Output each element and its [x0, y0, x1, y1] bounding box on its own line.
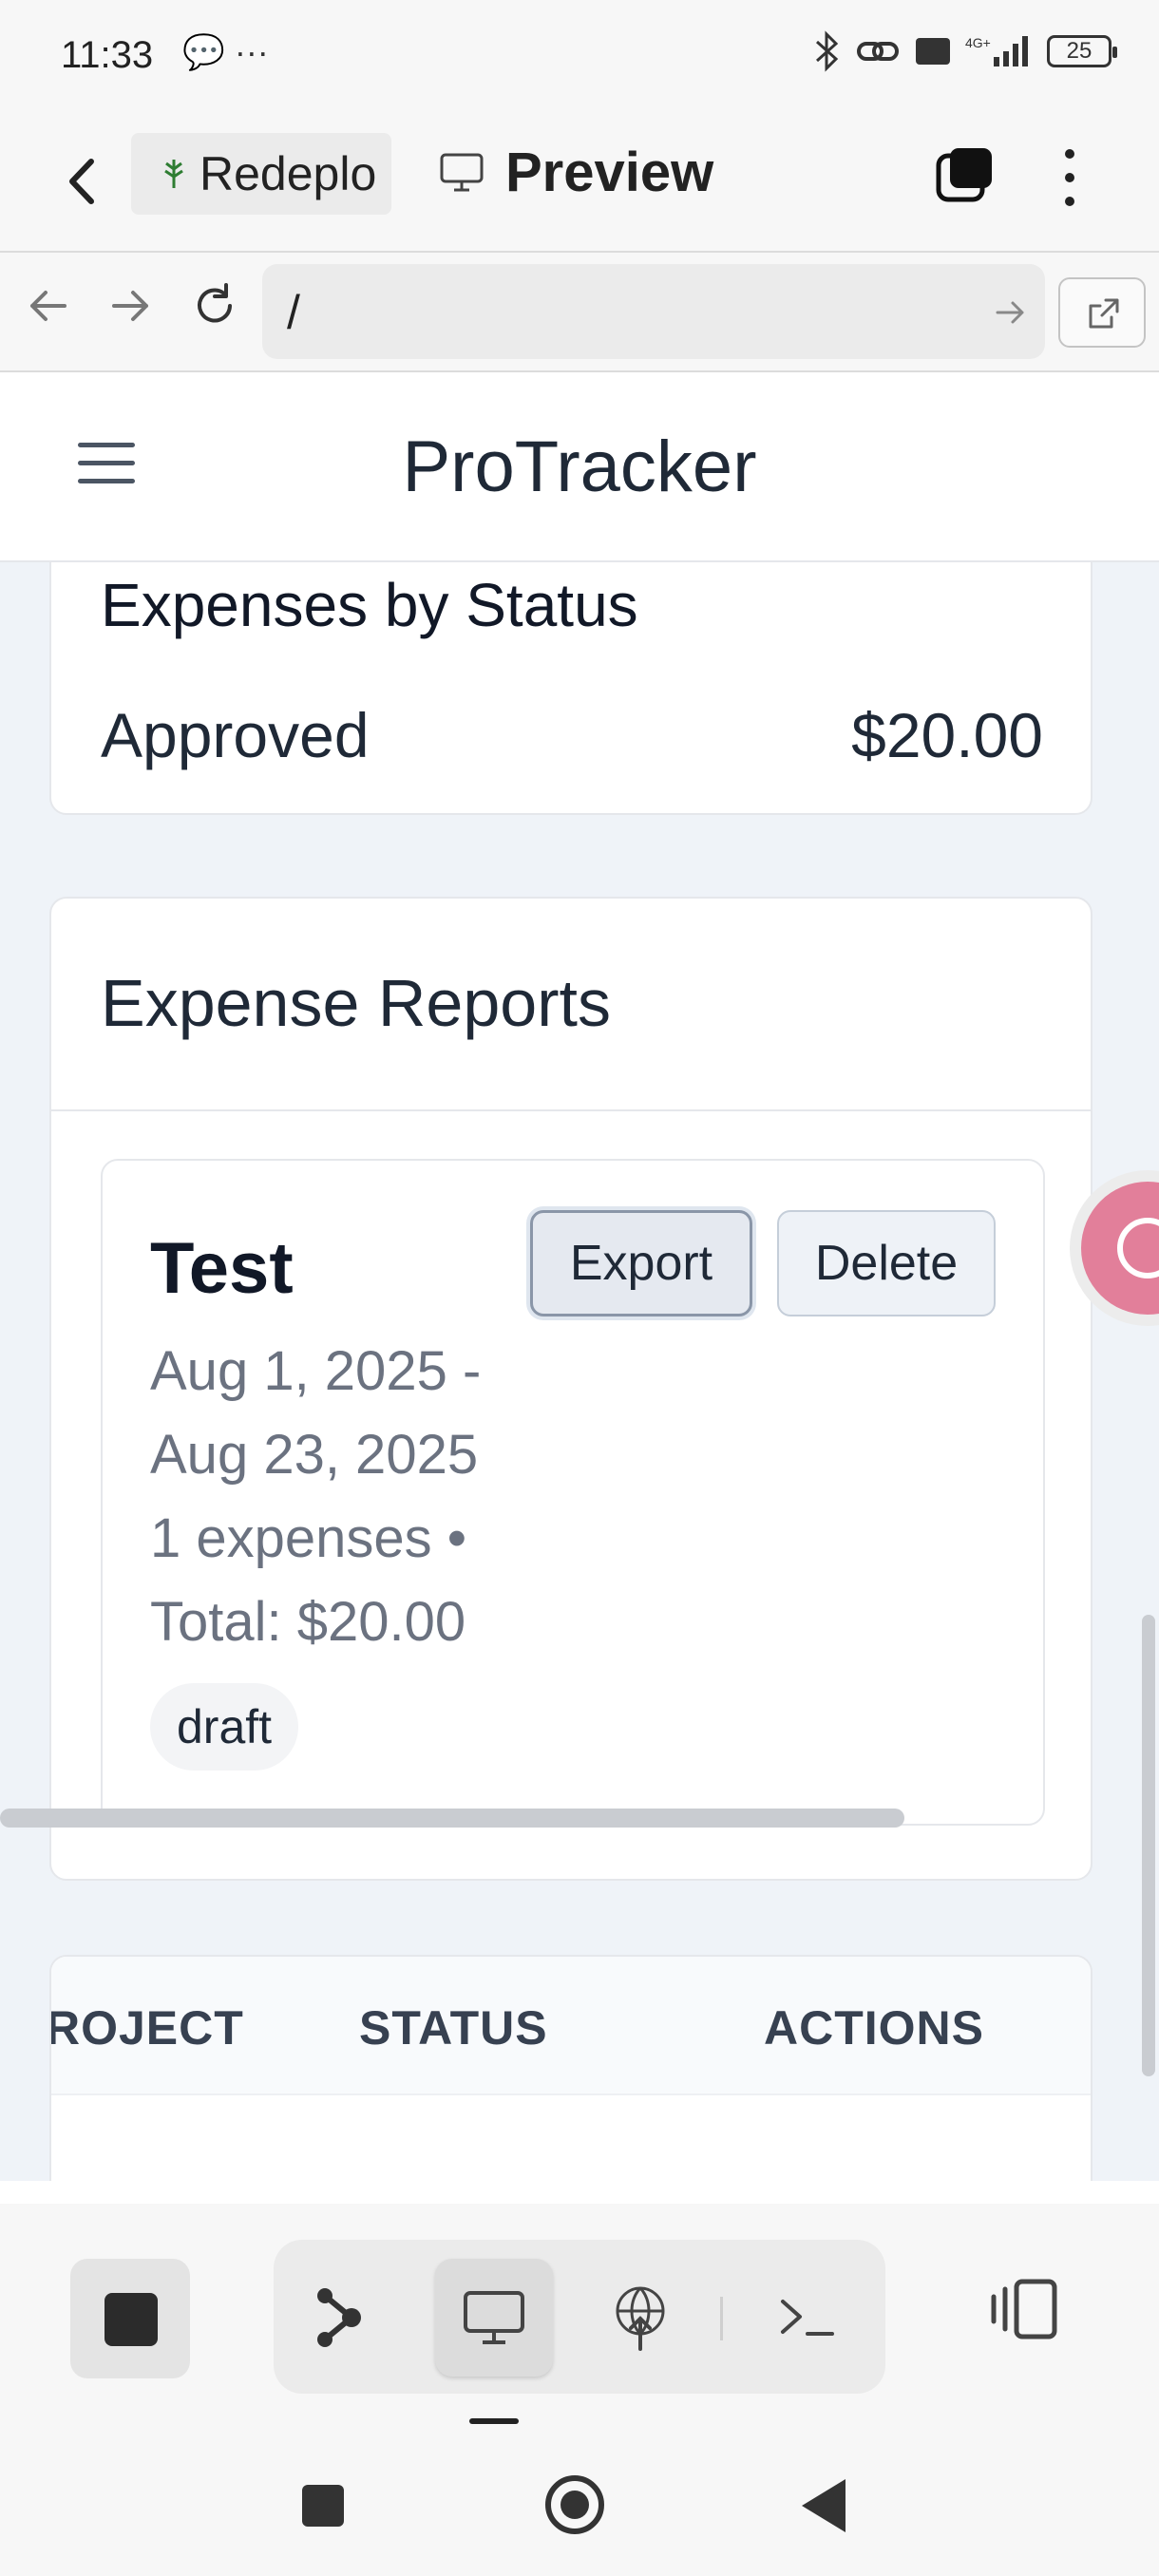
column-header-status[interactable]: STATUS — [359, 2000, 548, 2055]
plus-circle-icon — [1117, 1218, 1159, 1279]
tool-deploy[interactable] — [581, 2259, 699, 2377]
stop-icon — [104, 2293, 158, 2346]
tool-shell[interactable] — [749, 2259, 866, 2377]
expenses-table: ROJECT STATUS ACTIONS — [49, 1955, 1092, 2181]
status-row: Approved $20.00 — [101, 699, 1043, 771]
tabs-icon[interactable] — [935, 146, 994, 205]
export-button[interactable]: Export — [530, 1210, 752, 1316]
report-name: Test — [150, 1228, 294, 1309]
url-input[interactable]: / — [262, 264, 1045, 359]
url-text: / — [287, 286, 300, 339]
status-amount: $20.00 — [851, 700, 1043, 770]
floating-action-button[interactable] — [1081, 1182, 1159, 1315]
bottom-toolbar — [0, 2204, 1159, 2432]
expense-reports-title: Expense Reports — [101, 966, 611, 1040]
report-summary: 1 expenses • Total: $20.00 — [150, 1507, 467, 1653]
globe-upload-icon — [616, 2286, 665, 2351]
bluetooth-icon — [815, 30, 839, 72]
split-view-icon[interactable] — [988, 2272, 1064, 2348]
preview-label: Preview — [505, 142, 714, 203]
preview-title: Preview — [439, 141, 713, 204]
nav-forward-icon[interactable] — [103, 277, 160, 334]
column-header-actions[interactable]: ACTIONS — [764, 2000, 984, 2055]
table-header: ROJECT STATUS ACTIONS — [51, 1957, 1091, 2095]
url-bar: / — [0, 251, 1159, 372]
horizontal-scrollbar[interactable] — [0, 1809, 904, 1828]
system-nav-bar — [0, 2432, 1159, 2576]
status-label: Approved — [101, 700, 370, 770]
monitor-icon — [440, 153, 484, 191]
nav-back-icon[interactable] — [19, 277, 76, 334]
external-link-icon — [1089, 298, 1119, 329]
home-icon[interactable] — [545, 2475, 604, 2534]
site-header: ProTracker — [0, 372, 1159, 562]
tree-icon — [164, 160, 183, 188]
go-arrow-icon[interactable] — [994, 296, 1026, 329]
expense-reports-card: Expense Reports Test Aug 1, 2025 - Aug 2… — [49, 897, 1092, 1881]
status-time: 11:33 — [61, 34, 154, 76]
web-content: ProTracker Expenses by Status Approved $… — [0, 372, 1159, 2181]
home-indicator — [469, 2418, 519, 2424]
report-meta: Aug 1, 2025 - Aug 23, 2025 1 expenses • … — [150, 1330, 521, 1664]
stop-button[interactable] — [70, 2259, 190, 2378]
project-chip[interactable]: Redeplo — [131, 133, 391, 215]
project-chip-label: Redeplo — [200, 147, 377, 200]
notification-icons: 💬 ··· — [182, 32, 269, 71]
report-item: Test Aug 1, 2025 - Aug 23, 2025 1 expens… — [101, 1159, 1045, 1826]
system-back-icon[interactable] — [802, 2479, 846, 2532]
branch-icon — [317, 2288, 361, 2347]
site-title: ProTracker — [402, 426, 757, 507]
recents-icon[interactable] — [302, 2485, 344, 2527]
divider — [51, 1109, 1091, 1111]
browser-app-bar: Redeplo Preview — [0, 112, 1159, 251]
tool-group — [274, 2240, 885, 2394]
status-bar: 11:33 💬 ··· 4G+ 25 — [0, 0, 1159, 112]
monitor-icon — [464, 2291, 524, 2344]
status-badge: draft — [150, 1683, 299, 1771]
battery-icon: 25 — [1047, 35, 1117, 67]
volte-icon — [916, 38, 950, 65]
open-external-button[interactable] — [1058, 277, 1146, 348]
tool-agent[interactable] — [279, 2259, 397, 2377]
delete-button[interactable]: Delete — [777, 1210, 996, 1316]
column-header-project[interactable]: ROJECT — [51, 2000, 244, 2055]
expenses-by-status-title: Expenses by Status — [101, 571, 638, 639]
report-dates: Aug 1, 2025 - Aug 23, 2025 — [150, 1340, 482, 1486]
vertical-scrollbar[interactable] — [1142, 1615, 1155, 2076]
separator — [720, 2297, 723, 2340]
link-icon — [857, 42, 899, 61]
back-arrow-icon[interactable] — [59, 148, 116, 215]
terminal-icon — [781, 2300, 834, 2336]
status-right-icons: 4G+ 25 — [813, 30, 1117, 72]
signal-icon: 4G+ — [965, 35, 1028, 66]
reload-icon[interactable] — [186, 277, 243, 334]
tool-preview[interactable] — [435, 2259, 553, 2377]
more-vert-icon[interactable] — [1053, 144, 1087, 211]
svg-text:4G+: 4G+ — [965, 35, 991, 50]
